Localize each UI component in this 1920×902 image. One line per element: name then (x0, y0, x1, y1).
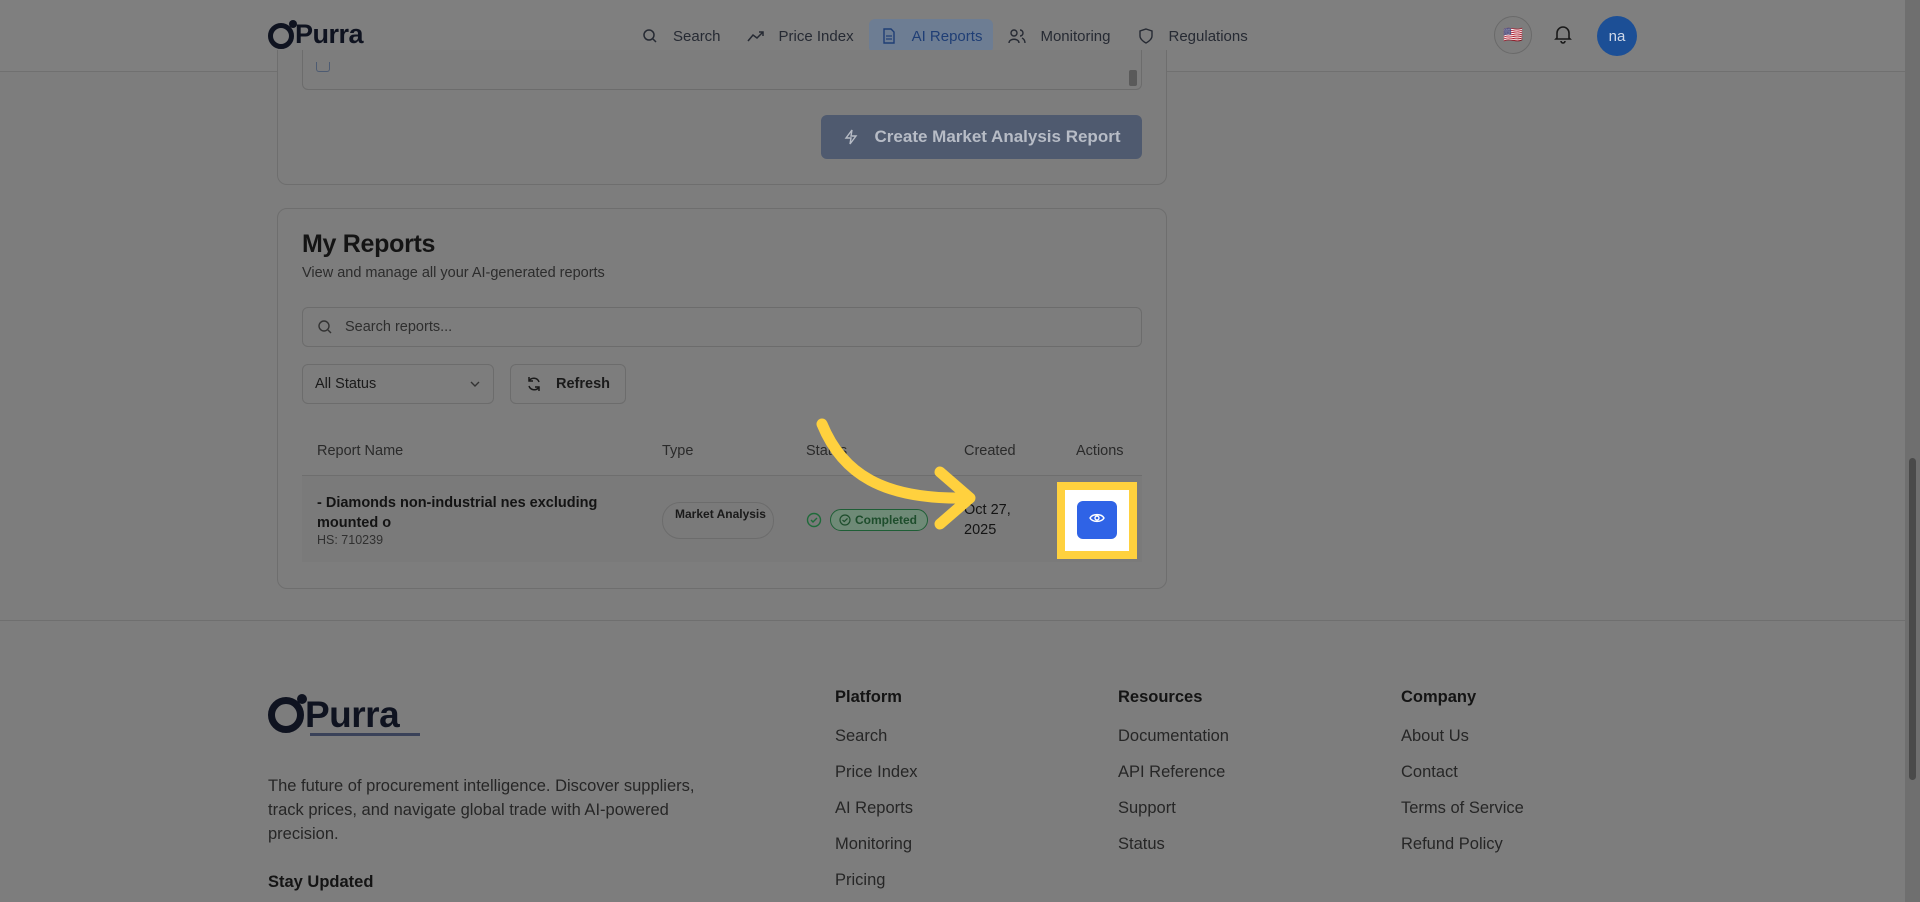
footer-link-terms[interactable]: Terms of Service (1401, 798, 1524, 818)
refresh-icon (526, 376, 542, 392)
bell-icon[interactable] (1554, 24, 1576, 46)
footer-link-api-reference[interactable]: API Reference (1118, 762, 1229, 782)
page-scrollbar-thumb[interactable] (1909, 458, 1916, 780)
column-header-type[interactable]: Type (662, 443, 693, 459)
footer-link-documentation[interactable]: Documentation (1118, 726, 1229, 746)
footer-divider (0, 620, 1905, 621)
create-market-analysis-button[interactable]: Create Market Analysis Report (821, 115, 1142, 159)
footer-column-resources: Resources Documentation API Reference Su… (1118, 688, 1229, 870)
footer-description: The future of procurement intelligence. … (268, 777, 695, 843)
checkbox[interactable] (316, 62, 330, 72)
footer-link-contact[interactable]: Contact (1401, 762, 1524, 782)
column-header-actions: Actions (1076, 443, 1124, 459)
type-badge: Market Analysis (662, 502, 774, 539)
shield-icon (1137, 27, 1155, 45)
footer-link-refund-policy[interactable]: Refund Policy (1401, 834, 1524, 854)
report-hs-code: HS: 710239 (317, 533, 384, 547)
document-icon (880, 27, 898, 45)
logo-mark-icon (268, 19, 297, 49)
page-subtitle: View and manage all your AI-generated re… (302, 265, 605, 281)
report-name[interactable]: - Diamonds non-industrial nes excluding … (317, 493, 607, 533)
footer-column-platform: Platform Search Price Index AI Reports M… (835, 688, 918, 902)
search-icon (641, 27, 659, 45)
search-reports-field[interactable] (302, 307, 1142, 347)
stay-updated-heading: Stay Updated (268, 873, 374, 891)
nav-price-index[interactable]: Price Index (736, 19, 865, 53)
logo-mark-icon (268, 694, 307, 733)
footer-logo[interactable]: Purra (268, 694, 400, 736)
eye-icon (1089, 511, 1105, 529)
footer-link-status[interactable]: Status (1118, 834, 1229, 854)
chevron-down-icon (469, 376, 481, 392)
main-nav: Search Price Index AI Reports Monitoring… (630, 19, 1259, 53)
logo[interactable]: Purra (268, 19, 364, 50)
us-flag-icon: 🇺🇸 (1503, 27, 1523, 44)
footer-link-support[interactable]: Support (1118, 798, 1229, 818)
footer-link-price-index[interactable]: Price Index (835, 762, 918, 782)
refresh-button[interactable]: Refresh (510, 364, 626, 404)
footer-link-about-us[interactable]: About Us (1401, 726, 1524, 746)
page-title: My Reports (302, 230, 436, 258)
footer-link-ai-reports[interactable]: AI Reports (835, 798, 918, 818)
nav-ai-reports[interactable]: AI Reports (868, 19, 994, 53)
footer-link-pricing[interactable]: Pricing (835, 870, 918, 890)
footer-link-search[interactable]: Search (835, 726, 918, 746)
footer-heading: Platform (835, 688, 902, 706)
footer-logo-tagline-line (310, 733, 420, 736)
language-selector[interactable]: 🇺🇸 (1494, 16, 1532, 54)
footer-link-monitoring[interactable]: Monitoring (835, 834, 918, 854)
users-icon (1008, 27, 1027, 45)
footer-heading: Company (1401, 688, 1477, 706)
nav-search[interactable]: Search (630, 19, 732, 53)
column-header-report-name[interactable]: Report Name (317, 443, 403, 459)
annotation-arrow-icon (812, 418, 1012, 543)
search-icon (317, 319, 333, 335)
nav-regulations[interactable]: Regulations (1126, 19, 1259, 53)
product-selection-list[interactable] (302, 50, 1142, 90)
list-scrollbar[interactable] (1129, 70, 1137, 86)
status-filter-select[interactable]: All Status (302, 364, 494, 404)
lightning-icon (843, 129, 859, 145)
footer-column-company: Company About Us Contact Terms of Servic… (1401, 688, 1524, 870)
nav-monitoring[interactable]: Monitoring (997, 19, 1121, 53)
view-report-button[interactable] (1077, 501, 1117, 539)
footer-heading: Resources (1118, 688, 1203, 706)
search-reports-input[interactable] (345, 319, 1125, 335)
trending-icon (746, 27, 765, 45)
avatar[interactable]: na (1597, 16, 1637, 56)
